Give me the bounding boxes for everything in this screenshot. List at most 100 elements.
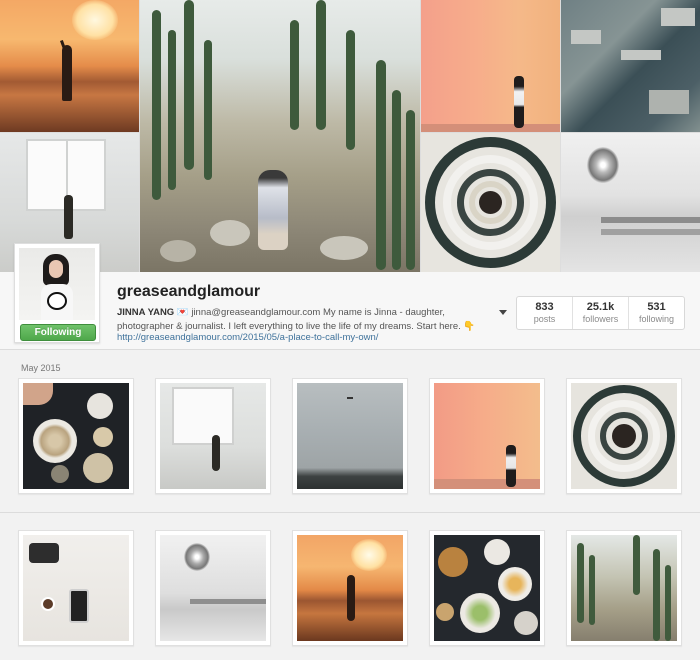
- stair-center: [479, 191, 502, 214]
- avatar-card: Following: [14, 243, 100, 343]
- photo-thumbnail[interactable]: [292, 378, 408, 494]
- photo-food-table: [23, 383, 129, 489]
- plate-shape: [514, 611, 538, 635]
- profile-bio: JINNA YANG 💌 jinna@greaseandglamour.com …: [117, 306, 495, 334]
- rock-shape: [160, 240, 196, 262]
- figure-silhouette: [62, 45, 72, 101]
- plate-shape: [498, 567, 532, 601]
- plate-shape: [51, 465, 69, 483]
- plate-shape: [484, 539, 510, 565]
- stat-label: following: [638, 314, 675, 324]
- salon-row: [190, 599, 266, 604]
- plate-shape: [33, 419, 77, 463]
- arm-shape: [23, 383, 53, 405]
- profile-stats: 833 posts 25.1k followers 531 following: [516, 296, 685, 330]
- stat-label: followers: [582, 314, 619, 324]
- building-block: [571, 30, 601, 44]
- cover-photo-orange-wall[interactable]: [421, 0, 560, 132]
- stat-value: 833: [535, 301, 554, 313]
- cactus-shape: [577, 543, 584, 623]
- bio-link[interactable]: http://greaseandglamour.com/2015/05/a-pl…: [117, 332, 378, 343]
- sun-shape: [72, 0, 118, 40]
- photo-white-room: [160, 383, 266, 489]
- avatar-panda: [47, 292, 67, 310]
- plate-shape: [87, 393, 113, 419]
- cover-photo-chandelier-salon[interactable]: [561, 133, 700, 272]
- plate-shape: [83, 453, 113, 483]
- photo-thumbnail[interactable]: [429, 530, 545, 646]
- photo-bed-flatlay: [23, 535, 129, 641]
- salon-row: [601, 229, 700, 235]
- photo-thumbnail[interactable]: [18, 530, 134, 646]
- cactus-shape: [184, 0, 194, 170]
- building-block: [661, 8, 695, 26]
- figure-silhouette: [212, 435, 220, 471]
- cover-photo-spiral-staircase[interactable]: [421, 133, 560, 272]
- stat-value: 531: [647, 301, 666, 313]
- plate-shape: [93, 427, 113, 447]
- chandelier-shape: [184, 543, 210, 571]
- chandelier-shape: [587, 147, 619, 183]
- photo-thumbnail[interactable]: [155, 378, 271, 494]
- cactus-shape: [406, 110, 415, 270]
- photo-thumbnail[interactable]: [155, 530, 271, 646]
- cactus-shape: [152, 10, 161, 200]
- stat-posts[interactable]: 833 posts: [517, 297, 573, 329]
- cup-shape: [41, 597, 55, 611]
- plate-shape: [460, 593, 500, 633]
- sun-shape: [351, 539, 387, 571]
- chevron-down-icon[interactable]: [499, 310, 507, 315]
- profile-username: greaseandglamour: [117, 283, 261, 300]
- cactus-shape: [316, 0, 326, 130]
- cactus-shape: [290, 20, 299, 130]
- figure-silhouette: [347, 575, 355, 621]
- following-button[interactable]: Following: [20, 324, 96, 341]
- stat-followers[interactable]: 25.1k followers: [573, 297, 629, 329]
- building-block: [621, 50, 661, 60]
- camera-shape: [29, 543, 59, 563]
- photo-thumbnail[interactable]: [292, 530, 408, 646]
- bio-name: JINNA YANG: [117, 307, 175, 318]
- month-label: May 2015: [21, 363, 61, 373]
- cover-photo-sunset-beach[interactable]: [0, 0, 139, 132]
- figure-silhouette: [506, 445, 516, 487]
- cactus-shape: [589, 555, 595, 625]
- cactus-shape: [376, 60, 386, 270]
- photo-thumbnail[interactable]: [566, 530, 682, 646]
- cover-photo-aerial-city[interactable]: [561, 0, 700, 132]
- avatar-face: [49, 260, 63, 278]
- person-figure: [258, 170, 288, 250]
- plate-shape: [438, 547, 468, 577]
- love-letter-emoji: 💌: [176, 307, 189, 318]
- photo-brunch-table: [434, 535, 540, 641]
- photo-thumbnail[interactable]: [429, 378, 545, 494]
- cover-mosaic: [0, 0, 700, 272]
- pointing-down-emoji: 👇: [463, 321, 476, 332]
- floor-shape: [434, 479, 540, 489]
- cactus-shape: [633, 535, 640, 595]
- photo-sunset-beach: [297, 535, 403, 641]
- plane-shape: [347, 397, 353, 399]
- stat-following[interactable]: 531 following: [629, 297, 684, 329]
- photo-spiral-staircase: [571, 383, 677, 489]
- figure-silhouette: [514, 76, 524, 128]
- stat-label: posts: [533, 314, 556, 324]
- stat-value: 25.1k: [586, 301, 615, 313]
- cover-photo-cactus-desert[interactable]: [140, 0, 420, 272]
- rock-shape: [210, 220, 250, 246]
- photo-chandelier-salon: [160, 535, 266, 641]
- salon-row: [601, 217, 700, 223]
- photo-thumbnail[interactable]: [566, 378, 682, 494]
- section-divider: [0, 512, 700, 513]
- cactus-shape: [392, 90, 401, 270]
- floor-shape: [421, 124, 560, 132]
- photo-cactus-desert: [571, 535, 677, 641]
- photo-thumbnail[interactable]: [18, 378, 134, 494]
- avatar[interactable]: [19, 248, 95, 320]
- building-block: [649, 90, 689, 114]
- cactus-shape: [665, 565, 671, 641]
- photo-cloudy-sky: [297, 383, 403, 489]
- rock-shape: [320, 236, 368, 260]
- cactus-shape: [346, 30, 355, 150]
- photo-orange-wall: [434, 383, 540, 489]
